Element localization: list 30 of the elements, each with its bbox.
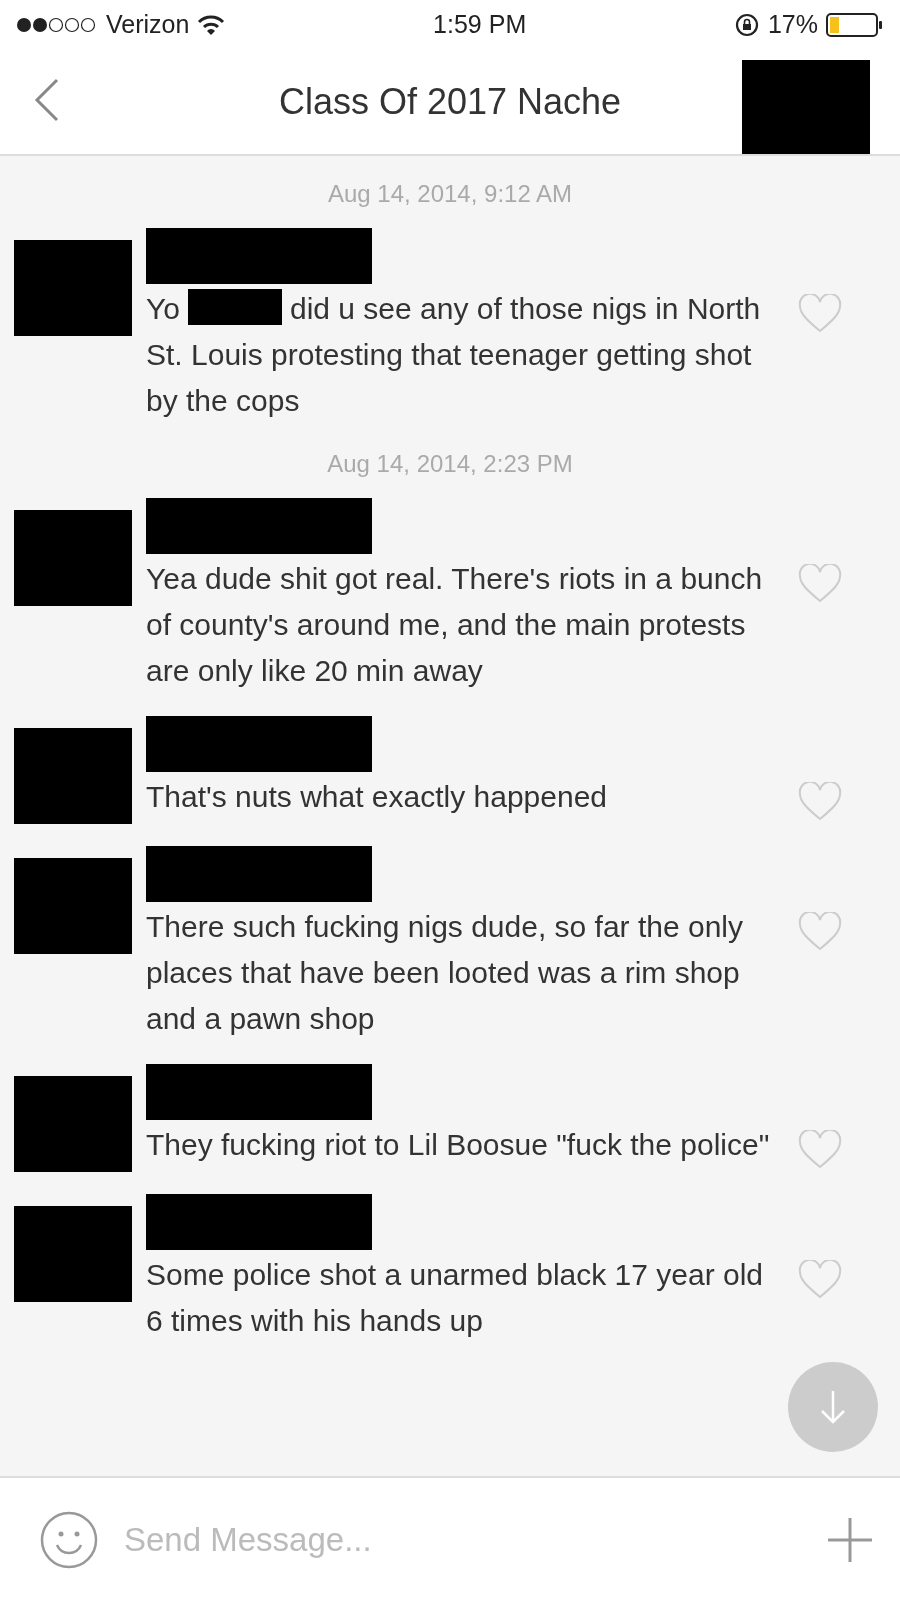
- message-input[interactable]: Send Message...: [122, 1514, 802, 1566]
- chat-title: Class Of 2017 Nache: [278, 80, 622, 124]
- heart-icon[interactable]: [798, 564, 842, 604]
- heart-icon[interactable]: [798, 1130, 842, 1170]
- message-text: They fucking riot to Lil Boosue "fuck the police": [146, 1127, 771, 1163]
- heart-icon[interactable]: [798, 782, 842, 822]
- message-text: There such fucking nigs dude, so far the only places that have been looted was a rim shop and a pawn shop: [146, 909, 744, 1037]
- add-button[interactable]: [826, 1516, 874, 1564]
- signal-icon: [16, 17, 98, 33]
- status-time: 1:59 PM: [432, 9, 528, 41]
- heart-icon[interactable]: [798, 294, 842, 334]
- rotation-lock-icon: [733, 12, 760, 38]
- message-timestamp: Aug 14, 2014, 9:12 AM: [326, 179, 574, 209]
- message-text: That's nuts what exactly happened: [146, 779, 608, 815]
- back-icon: [34, 78, 60, 122]
- message-text: Yo did u see any of those nigs in North St. Louis protesting that teenager getting shot by the cops: [146, 286, 776, 424]
- emoji-button[interactable]: [40, 1511, 98, 1569]
- back-button[interactable]: [34, 78, 60, 122]
- battery-percent: 17%: [767, 9, 818, 41]
- plus-icon: [826, 1516, 874, 1564]
- message-timestamp: Aug 14, 2014, 2:23 PM: [326, 449, 574, 479]
- heart-icon[interactable]: [798, 1260, 842, 1300]
- heart-icon[interactable]: [798, 912, 842, 952]
- smiley-icon: [40, 1511, 98, 1569]
- battery-icon: [826, 13, 884, 37]
- message-text: Yea dude shit got real. There's riots in a bunch of county's around me, and the main protests are only like 20 min away: [146, 561, 764, 689]
- carrier-name: Verizon: [106, 9, 190, 41]
- message-text: Some police shot a unarmed black 17 year old 6 times with his hands up: [146, 1257, 765, 1339]
- wifi-icon: [197, 14, 226, 36]
- down-arrow-icon: [818, 1389, 848, 1425]
